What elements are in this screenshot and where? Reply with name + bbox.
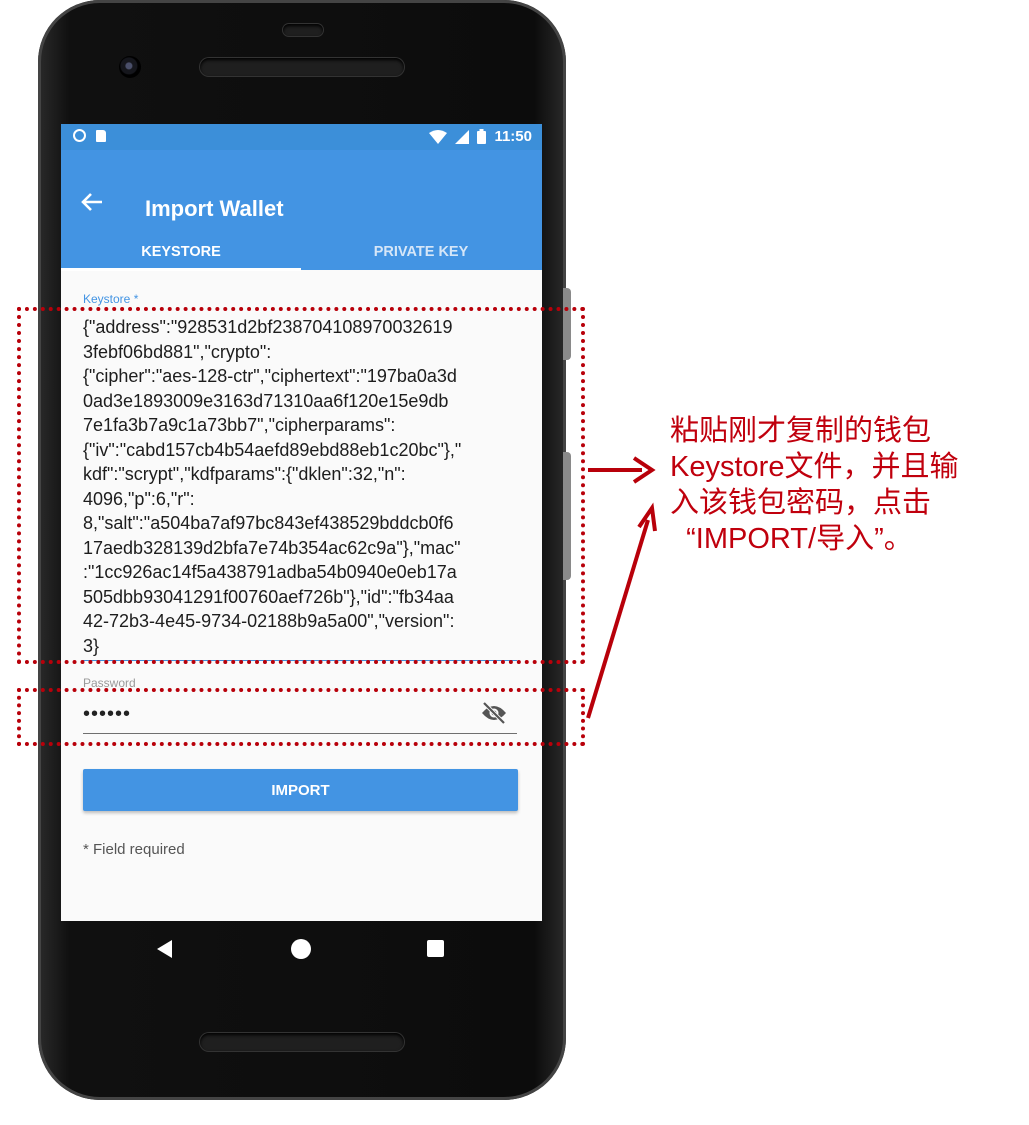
sd-card-icon [96,129,106,142]
import-button[interactable]: IMPORT [83,769,518,811]
bottom-speaker [200,1033,404,1051]
back-arrow-icon[interactable] [81,192,103,217]
tab-private-key[interactable]: PRIVATE KEY [301,234,541,270]
front-camera-icon [119,56,141,78]
page-title: Import Wallet [145,196,284,221]
nav-home-icon[interactable] [291,939,311,959]
field-required-note: * Field required [83,841,185,858]
status-time: 11:50 [494,128,532,145]
signal-icon [455,129,470,144]
keystore-label: Keystore * [83,292,139,306]
annotation-text: 粘贴刚才复制的钱包 Keystore文件，并且输 入该钱包密码，点击 “IMPO… [670,415,959,555]
app-bar: Import Wallet KEYSTORE PRIVATE KEY [61,150,542,271]
top-notch [283,24,323,36]
navigation-bar [61,921,542,979]
circle-notification-icon [73,129,86,142]
tab-indicator [61,268,301,271]
nav-recents-icon[interactable] [427,940,444,957]
battery-icon [477,129,487,144]
password-highlight-box [17,688,585,746]
nav-back-icon[interactable] [157,940,172,958]
top-speaker [200,58,404,76]
wifi-icon [429,129,448,144]
status-bar: 11:50 [61,124,542,150]
tab-keystore[interactable]: KEYSTORE [61,234,301,270]
keystore-highlight-box [17,307,585,664]
